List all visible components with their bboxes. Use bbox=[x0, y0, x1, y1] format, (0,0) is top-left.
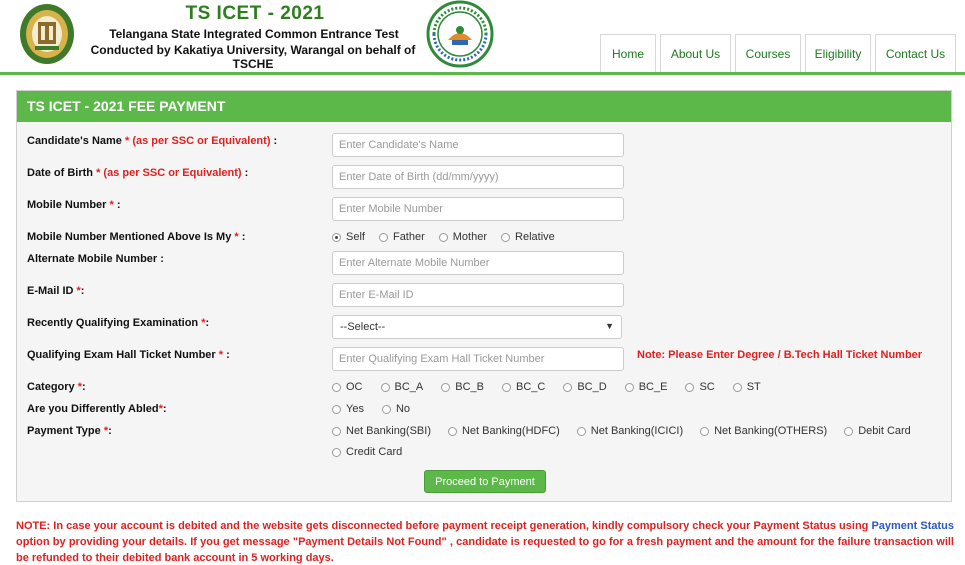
radio-pay-netbanking-hdfc[interactable]: Net Banking(HDFC) bbox=[447, 425, 560, 437]
radio-category-bc-b-indicator bbox=[441, 382, 451, 392]
radio-father-indicator bbox=[378, 232, 388, 242]
radio-relative[interactable]: Relative bbox=[501, 231, 555, 243]
hall-ticket-label: Qualifying Exam Hall Ticket Number * : bbox=[27, 349, 230, 361]
radio-category-bc-a[interactable]: BC_A bbox=[380, 381, 423, 393]
radio-category-bc-e[interactable]: BC_E bbox=[624, 381, 667, 393]
dob-label: Date of Birth * (as per SSC or Equivalen… bbox=[27, 167, 249, 179]
radio-category-bc-c[interactable]: BC_C bbox=[502, 381, 545, 393]
candidate-name-input[interactable] bbox=[332, 133, 624, 157]
radio-category-bc-d-indicator bbox=[563, 382, 573, 392]
alternate-mobile-label: Alternate Mobile Number : bbox=[27, 253, 164, 265]
email-input[interactable] bbox=[332, 283, 624, 307]
mobile-number-label: Mobile Number * : bbox=[27, 199, 121, 211]
radio-relative-indicator bbox=[501, 232, 511, 242]
panel-title: TS ICET - 2021 FEE PAYMENT bbox=[17, 91, 951, 122]
page-subtitle-exam: Telangana State Integrated Common Entran… bbox=[109, 27, 399, 41]
radio-category-bc-c-indicator bbox=[502, 382, 511, 392]
main-nav: Home About Us Courses Eligibility Contac… bbox=[600, 34, 960, 73]
payment-type-label: Payment Type *: bbox=[27, 425, 112, 437]
radio-pay-debit-card-indicator bbox=[844, 426, 854, 436]
proceed-to-payment-button[interactable]: Proceed to Payment bbox=[424, 470, 546, 493]
nav-about-us[interactable]: About Us bbox=[660, 34, 731, 73]
radio-self-indicator bbox=[332, 232, 341, 242]
radio-category-oc[interactable]: OC bbox=[332, 381, 363, 393]
radio-self[interactable]: Self bbox=[332, 231, 365, 243]
radio-category-bc-b[interactable]: BC_B bbox=[441, 381, 484, 393]
hall-ticket-input[interactable] bbox=[332, 347, 624, 371]
candidate-name-label: Candidate's Name * (as per SSC or Equiva… bbox=[27, 135, 278, 147]
nav-eligibility[interactable]: Eligibility bbox=[805, 34, 871, 73]
radio-category-sc[interactable]: SC bbox=[685, 381, 715, 393]
hall-ticket-note: Note: Please Enter Degree / B.Tech Hall … bbox=[637, 349, 923, 361]
nav-courses[interactable]: Courses bbox=[735, 34, 801, 73]
fee-payment-panel: TS ICET - 2021 FEE PAYMENT Candidate's N… bbox=[16, 90, 952, 502]
radio-category-st-indicator bbox=[732, 382, 742, 392]
radio-pay-netbanking-sbi[interactable]: Net Banking(SBI) bbox=[332, 425, 431, 437]
radio-father[interactable]: Father bbox=[378, 231, 425, 243]
category-label: Category *: bbox=[27, 381, 86, 393]
dob-input[interactable] bbox=[332, 165, 624, 189]
site-header: TS ICET - 2021 Telangana State Integrate… bbox=[0, 0, 965, 76]
qualifying-exam-selected: --Select-- bbox=[340, 321, 386, 333]
header-divider bbox=[0, 72, 965, 75]
category-radio-group: OC BC_A BC_B BC_C BC_D BC_E SC ST bbox=[332, 381, 761, 393]
radio-pay-netbanking-sbi-indicator bbox=[332, 426, 341, 436]
differently-abled-radio-group: Yes No bbox=[332, 403, 410, 415]
university-emblem-logo bbox=[20, 4, 74, 64]
mobile-owner-label: Mobile Number Mentioned Above Is My * : bbox=[27, 231, 246, 243]
payment-status-note: NOTE: In case your account is debited an… bbox=[16, 520, 954, 564]
radio-mother[interactable]: Mother bbox=[438, 231, 487, 243]
differently-abled-label: Are you Differently Abled*: bbox=[27, 403, 167, 415]
radio-pay-credit-card[interactable]: Credit Card bbox=[332, 446, 402, 458]
payment-status-link[interactable]: Payment Status bbox=[871, 520, 954, 532]
mobile-owner-radio-group: Self Father Mother Relative bbox=[332, 231, 555, 243]
radio-pay-netbanking-icici[interactable]: Net Banking(ICICI) bbox=[576, 425, 683, 437]
qualifying-exam-select[interactable]: --Select-- ▼ bbox=[332, 315, 622, 339]
radio-pay-netbanking-hdfc-indicator bbox=[447, 426, 457, 436]
radio-pay-credit-card-indicator bbox=[332, 447, 341, 457]
email-label: E-Mail ID *: bbox=[27, 285, 85, 297]
radio-pay-debit-card[interactable]: Debit Card bbox=[844, 425, 911, 437]
nav-contact-us[interactable]: Contact Us bbox=[875, 34, 956, 73]
radio-category-bc-a-indicator bbox=[380, 382, 390, 392]
radio-abled-no[interactable]: No bbox=[381, 403, 410, 415]
radio-category-st[interactable]: ST bbox=[732, 381, 761, 393]
payment-type-radio-group: Net Banking(SBI) Net Banking(HDFC) Net B… bbox=[332, 425, 911, 437]
radio-abled-yes[interactable]: Yes bbox=[332, 403, 364, 415]
tsche-seal-logo bbox=[426, 0, 494, 68]
radio-pay-netbanking-others[interactable]: Net Banking(OTHERS) bbox=[700, 425, 827, 437]
radio-category-oc-indicator bbox=[332, 382, 341, 392]
radio-pay-netbanking-icici-indicator bbox=[576, 426, 586, 436]
payment-type-radio-group-row2: Credit Card bbox=[332, 446, 402, 458]
alternate-mobile-input[interactable] bbox=[332, 251, 624, 275]
mobile-number-input[interactable] bbox=[332, 197, 624, 221]
radio-abled-no-indicator bbox=[381, 404, 391, 414]
radio-pay-netbanking-others-indicator bbox=[700, 426, 710, 436]
page-title: TS ICET - 2021 bbox=[185, 3, 325, 24]
radio-category-bc-d[interactable]: BC_D bbox=[563, 381, 607, 393]
radio-category-bc-e-indicator bbox=[624, 382, 634, 392]
radio-mother-indicator bbox=[438, 232, 448, 242]
qualifying-exam-label: Recently Qualifying Examination *: bbox=[27, 317, 210, 329]
radio-abled-yes-indicator bbox=[332, 404, 341, 414]
radio-category-sc-indicator bbox=[685, 382, 695, 392]
nav-home[interactable]: Home bbox=[600, 34, 656, 73]
dropdown-arrow-icon: ▼ bbox=[605, 321, 614, 331]
page-subtitle-conducted-by: Conducted by Kakatiya University, Warang… bbox=[90, 43, 416, 71]
